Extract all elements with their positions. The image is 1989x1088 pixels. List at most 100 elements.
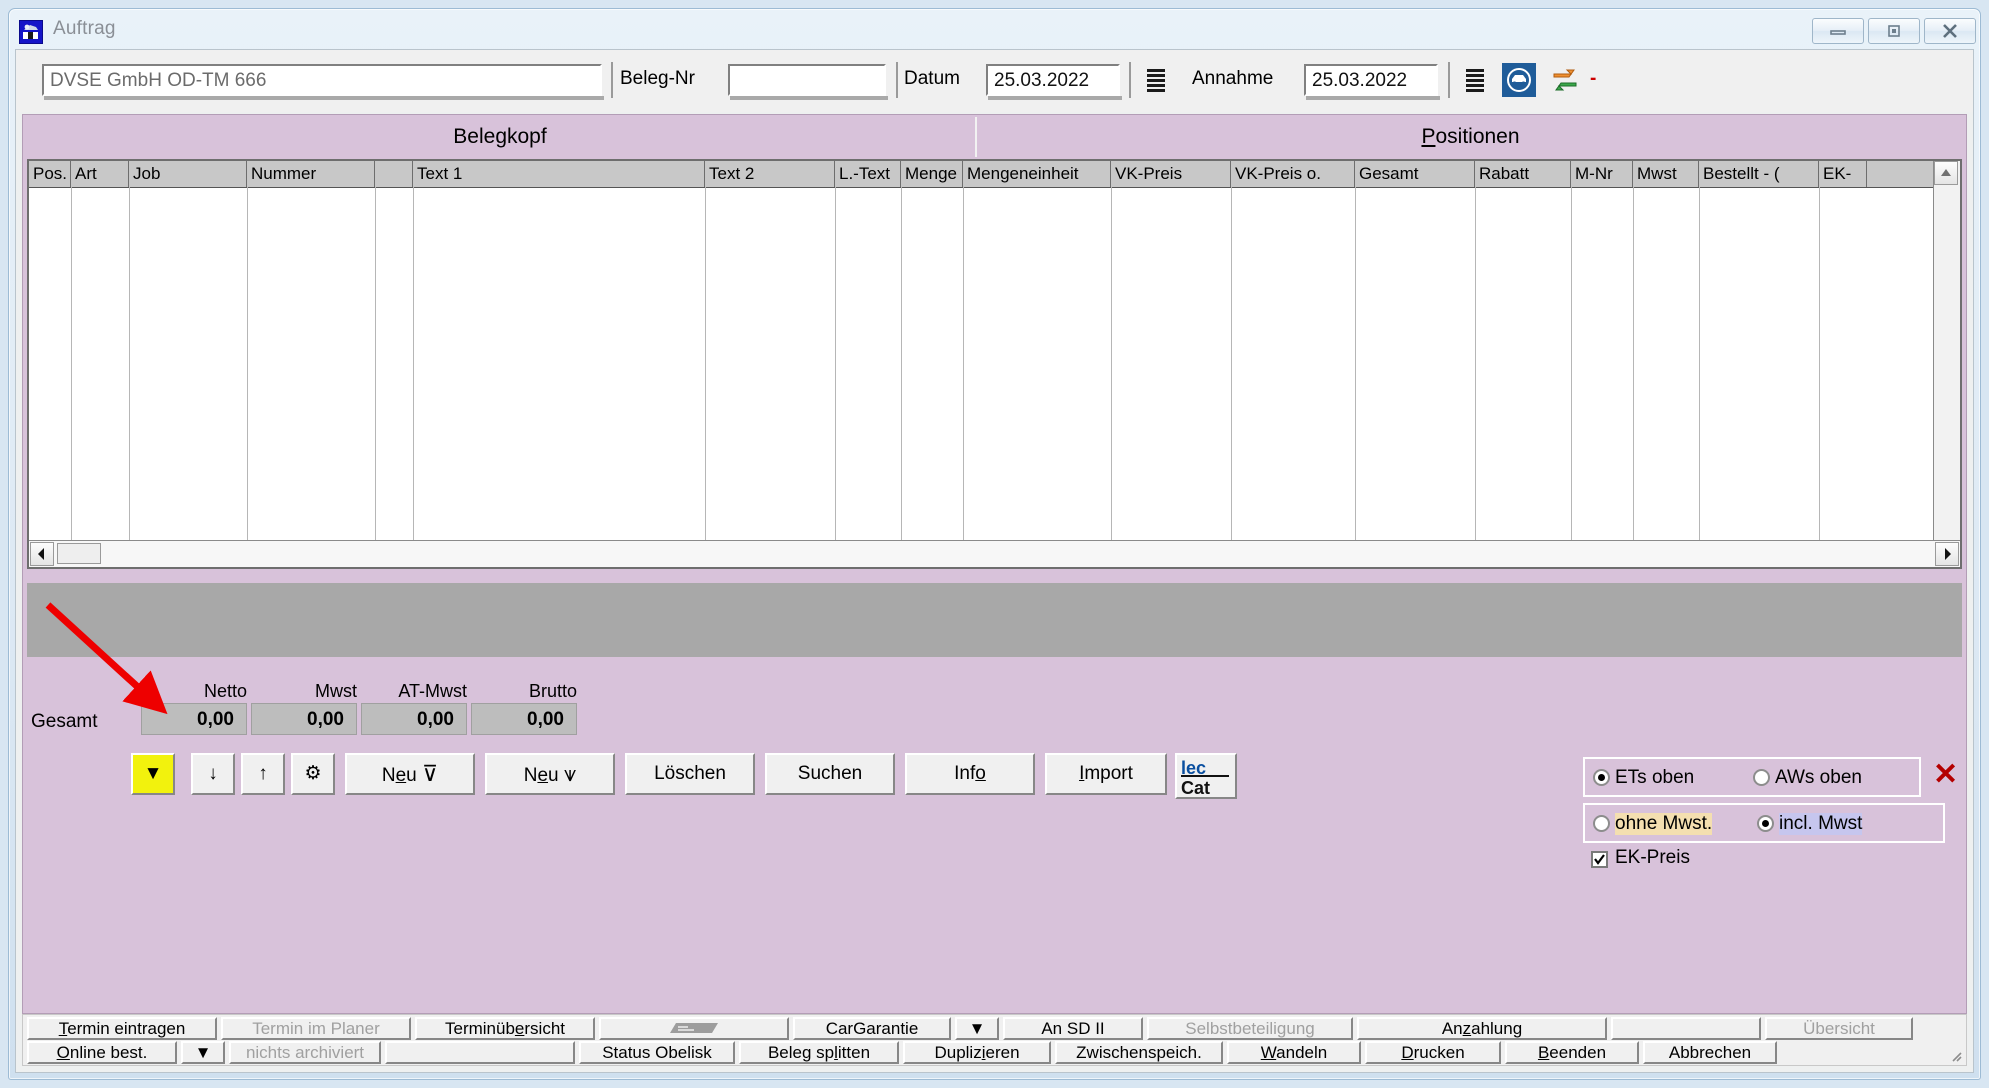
grid-column-header[interactable]: L.-Text xyxy=(835,161,901,187)
bottom-button-online-best[interactable]: Online best. xyxy=(27,1041,177,1064)
grid-horizontal-scrollbar[interactable] xyxy=(29,540,1960,567)
grid-column-header[interactable]: Mengeneinheit xyxy=(963,161,1111,187)
totals-column-label: Netto xyxy=(203,681,247,701)
bottom-button-cargarantie[interactable]: CarGarantie xyxy=(793,1017,951,1040)
bottom-button-status-obelisk[interactable]: Status Obelisk xyxy=(579,1041,735,1064)
grid-column-header[interactable]: VK-Preis xyxy=(1111,161,1231,187)
position-button-label: Info xyxy=(954,763,986,784)
bottom-button-label: ▼ xyxy=(194,1043,212,1062)
bottom-button-cargarantie-dropdown[interactable]: ▼ xyxy=(955,1017,999,1040)
bottom-button-an-sd-ii[interactable]: An SD II xyxy=(1003,1017,1143,1040)
bottom-button-termin-bersicht[interactable]: Terminübersicht xyxy=(415,1017,595,1040)
scroll-left-icon[interactable] xyxy=(30,542,54,566)
bottom-button-label: nichts archiviert xyxy=(245,1043,365,1062)
position-button-suchen[interactable]: Suchen xyxy=(765,753,895,795)
totals-column-label: Mwst xyxy=(315,681,357,701)
position-button-info[interactable]: Info xyxy=(905,753,1035,795)
grid-column-header[interactable]: M-Nr xyxy=(1571,161,1633,187)
grid-column-header[interactable]: Mwst xyxy=(1633,161,1699,187)
grid-column-header[interactable]: EK- xyxy=(1819,161,1867,187)
grid-column-header[interactable]: Job xyxy=(129,161,247,187)
position-button-teccat[interactable]: lec Cat xyxy=(1175,753,1237,799)
grid-column-header[interactable]: Rabatt xyxy=(1475,161,1571,187)
detail-gray-area xyxy=(27,583,1962,657)
checkbox-ek-preis[interactable] xyxy=(1591,851,1608,868)
position-button-label: Import xyxy=(1079,763,1133,784)
grid-column-divider xyxy=(247,187,248,567)
bottom-button-label: Status Obelisk xyxy=(602,1043,712,1062)
datum-label: Datum xyxy=(904,68,960,89)
maximize-icon[interactable] xyxy=(1868,18,1920,44)
position-button-neu-down[interactable]: Neu ⊽ xyxy=(345,753,475,795)
grid-column-divider xyxy=(901,187,902,567)
document-scan-icon xyxy=(670,1023,718,1033)
beleg-nr-input[interactable] xyxy=(728,64,886,96)
label-ets-oben: ETs oben xyxy=(1615,767,1695,788)
label-ek-preis: EK-Preis xyxy=(1615,847,1690,868)
bottom-button-bar: Termin eintragen Termin im Planer Terminüb… xyxy=(22,1014,1967,1066)
grid-column-divider xyxy=(1819,187,1820,567)
bottom-button-duplizieren[interactable]: Duplizieren xyxy=(903,1041,1051,1064)
bottom-button-label: Wandeln xyxy=(1260,1043,1328,1062)
position-button-move-up[interactable]: ↑ xyxy=(241,753,285,795)
label-ohne-mwst: ohne Mwst. xyxy=(1615,813,1713,835)
position-button-settings[interactable]: ⚙ xyxy=(291,753,335,795)
position-button-move-down[interactable]: ↓ xyxy=(191,753,235,795)
radio-incl-mwst[interactable] xyxy=(1757,815,1774,832)
radio-ohne-mwst[interactable] xyxy=(1593,815,1610,832)
radio-aws-oben[interactable] xyxy=(1753,769,1770,786)
annahme-label: Annahme xyxy=(1192,68,1274,89)
grid-column-divider xyxy=(413,187,414,567)
grid-column-divider xyxy=(1111,187,1112,567)
grid-column-header[interactable]: Text 1 xyxy=(413,161,705,187)
bottom-button-label: Termin eintragen xyxy=(58,1019,186,1038)
position-button-import[interactable]: Import xyxy=(1045,753,1167,795)
bottom-button-label: Abbrechen xyxy=(1668,1043,1752,1062)
exchange-arrows-icon[interactable] xyxy=(1550,65,1580,100)
bottom-button-drucken[interactable]: Drucken xyxy=(1365,1041,1501,1064)
grid-column-header[interactable]: Bestellt - ( xyxy=(1699,161,1819,187)
title-bar[interactable]: Auftrag xyxy=(9,9,1980,51)
resize-grip[interactable] xyxy=(1947,1047,1963,1063)
position-button-neu-up[interactable]: Neu ⩛ xyxy=(485,753,615,795)
scroll-right-icon[interactable] xyxy=(1935,542,1959,566)
position-button-loeschen[interactable]: Löschen xyxy=(625,753,755,795)
tab-belegkopf[interactable]: Belegkopf xyxy=(25,117,977,157)
grid-vertical-scrollbar[interactable] xyxy=(1933,161,1960,567)
bottom-button-zwischenspeich[interactable]: Zwischenspeich. xyxy=(1055,1041,1223,1064)
grid-column-header[interactable]: Pos. xyxy=(29,161,71,187)
radio-ets-oben[interactable] xyxy=(1593,769,1610,786)
position-button-dropdown[interactable]: ▼ xyxy=(131,753,175,795)
close-icon[interactable] xyxy=(1924,18,1976,44)
positions-grid[interactable]: Pos. Art Job Nummer Text 1 Text 2 L.-Text Menge… xyxy=(27,159,1962,569)
tab-positionen[interactable]: Positionen xyxy=(977,117,1964,157)
bottom-button-anzahlung[interactable]: Anzahlung xyxy=(1357,1017,1607,1040)
minimize-icon[interactable] xyxy=(1812,18,1864,44)
datum-input[interactable]: 25.03.2022 xyxy=(986,64,1120,96)
grid-column-header[interactable]: Art xyxy=(71,161,129,187)
totals-row-label: Gesamt xyxy=(31,711,98,732)
grid-column-divider xyxy=(1699,187,1700,567)
scroll-up-icon[interactable] xyxy=(1934,161,1958,185)
bottom-button-wandeln[interactable]: Wandeln xyxy=(1227,1041,1361,1064)
grid-column-header[interactable] xyxy=(375,161,413,187)
grid-column-header[interactable]: Nummer xyxy=(247,161,375,187)
annahme-list-menu-icon[interactable] xyxy=(1464,67,1486,98)
sort-option-group: ETs oben AWs oben xyxy=(1583,757,1921,797)
hscroll-thumb[interactable] xyxy=(57,543,101,564)
grid-column-header[interactable]: VK-Preis o. xyxy=(1231,161,1355,187)
annahme-input[interactable]: 25.03.2022 xyxy=(1304,64,1438,96)
bottom-button-online-best-dropdown[interactable]: ▼ xyxy=(181,1041,225,1064)
customer-field[interactable]: DVSE GmbH OD-TM 666 xyxy=(42,64,602,96)
bottom-button-abbrechen[interactable]: Abbrechen xyxy=(1643,1041,1777,1064)
datum-list-menu-icon[interactable] xyxy=(1145,67,1167,98)
grid-column-divider xyxy=(835,187,836,567)
grid-column-header[interactable]: Text 2 xyxy=(705,161,835,187)
bottom-button-termin-eintragen[interactable]: Termin eintragen xyxy=(27,1017,217,1040)
grid-column-header[interactable]: Gesamt xyxy=(1355,161,1475,187)
bottom-button-beleg-splitten[interactable]: Beleg splitten xyxy=(739,1041,899,1064)
delete-x-icon[interactable]: ✕ xyxy=(1933,760,1958,790)
car-icon[interactable] xyxy=(1502,63,1536,97)
bottom-button-beenden[interactable]: Beenden xyxy=(1505,1041,1639,1064)
grid-column-header[interactable]: Menge xyxy=(901,161,963,187)
